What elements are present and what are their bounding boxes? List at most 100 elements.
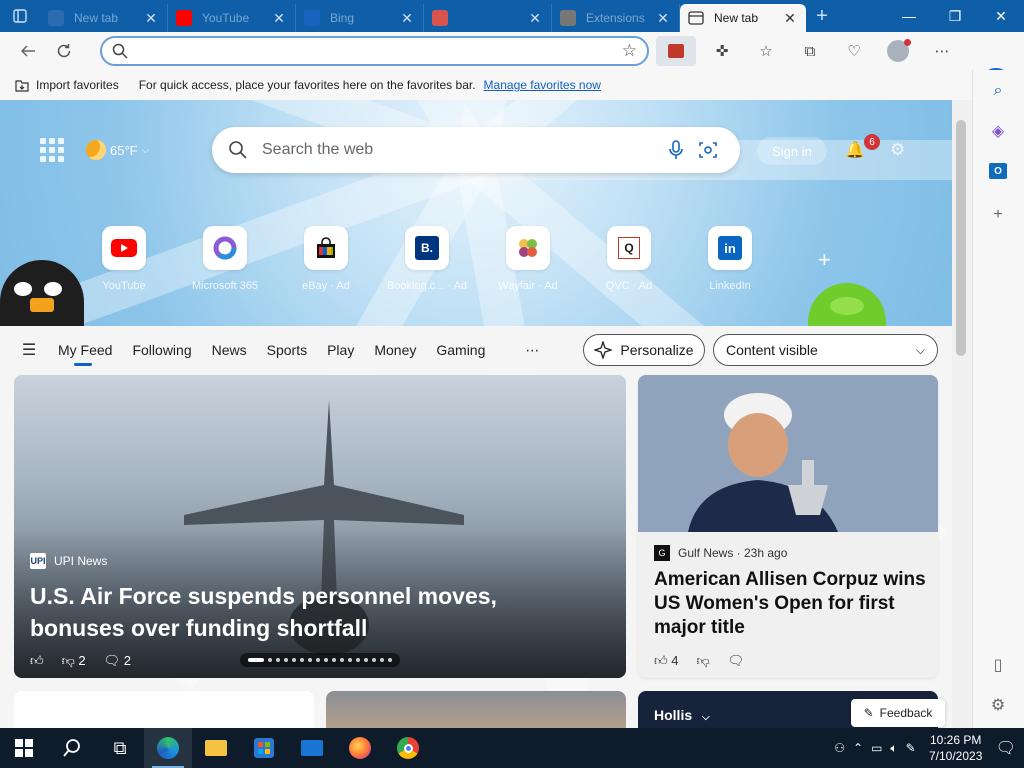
refresh-button[interactable] [46, 35, 82, 67]
hamburger-menu-icon[interactable]: ☰ [0, 340, 58, 360]
like-button[interactable]: 👍︎ 4 [654, 653, 678, 669]
feedback-button[interactable]: ✎ Feedback [851, 699, 945, 727]
pen-icon[interactable]: ✎ [906, 741, 916, 755]
bell-icon[interactable]: 🔔 [845, 140, 865, 160]
content-visibility-dropdown[interactable]: Content visible ⌵ [713, 334, 938, 366]
quick-link-wayfair[interactable]: Wayfair · Ad [498, 226, 558, 292]
tab-new-tab-active[interactable]: New tab ✕ [680, 4, 806, 32]
profile-button[interactable] [876, 36, 920, 66]
dislike-icon[interactable]: 👎︎ [696, 653, 709, 669]
manage-favorites-link[interactable]: Manage favorites now [484, 78, 601, 92]
address-bar[interactable]: ☆ [100, 36, 649, 66]
dislike-button[interactable]: 👎︎ 2 [62, 653, 86, 669]
scrollbar-thumb[interactable] [956, 120, 966, 356]
app-launcher-icon[interactable] [40, 138, 64, 162]
close-tab-icon[interactable]: ✕ [399, 10, 415, 27]
sign-in-button[interactable]: Sign in [757, 137, 827, 165]
quick-link-linkedin[interactable]: in LinkedIn [708, 226, 752, 292]
feed-tab-my-feed[interactable]: My Feed [58, 336, 112, 366]
file-explorer-icon[interactable] [192, 728, 240, 768]
firefox-icon[interactable] [336, 728, 384, 768]
favorites-button[interactable]: ☆ [744, 36, 788, 66]
quick-link-youtube[interactable]: YouTube [102, 226, 146, 292]
web-search-input[interactable] [262, 141, 660, 159]
search-favicon-icon [304, 10, 320, 26]
sidebar-copilot-icon[interactable]: ◈ [987, 120, 1009, 142]
tab-extensions[interactable]: Extensions ✕ [552, 4, 680, 32]
task-view-icon[interactable]: ⧉ [96, 728, 144, 768]
minimize-icon[interactable]: — [886, 0, 932, 32]
sidebar-add-icon[interactable]: + [987, 204, 1009, 226]
close-tab-icon[interactable]: ✕ [782, 10, 798, 27]
like-icon[interactable]: 👍︎ [30, 653, 44, 669]
maximize-icon[interactable]: ❐ [932, 0, 978, 32]
add-quick-link-icon[interactable]: + [818, 247, 831, 273]
web-search-box[interactable] [212, 127, 740, 173]
collections-button[interactable]: ⧉ [788, 36, 832, 66]
tab-actions-button[interactable] [0, 0, 40, 32]
main-article-card[interactable]: UPI UPI News U.S. Air Force suspends per… [14, 375, 626, 678]
mail-icon[interactable] [288, 728, 336, 768]
personalize-button[interactable]: Personalize [583, 334, 705, 366]
feed-tab-play[interactable]: Play [327, 336, 354, 364]
extension-button[interactable] [656, 36, 696, 66]
feed-tab-following[interactable]: Following [132, 336, 191, 364]
store-icon[interactable] [240, 728, 288, 768]
sidebar-panel-icon[interactable]: ▯ [987, 654, 1009, 676]
quick-link-ebay[interactable]: eBay · Ad [302, 226, 350, 292]
side-article-card[interactable]: G Gulf News · 23h ago American Allisen C… [638, 375, 938, 678]
chrome-icon[interactable] [384, 728, 432, 768]
close-tab-icon[interactable]: ✕ [655, 10, 671, 27]
people-icon[interactable]: ⚇ [834, 741, 845, 755]
tab-new-tab-1[interactable]: New tab ✕ [40, 4, 168, 32]
tab-youtube[interactable]: YouTube ✕ [168, 4, 296, 32]
network-icon[interactable]: ▭ [871, 741, 882, 755]
feed-tab-money[interactable]: Money [374, 336, 416, 364]
feed-tab-news[interactable]: News [212, 336, 247, 364]
address-input[interactable] [138, 40, 622, 62]
main-article-title[interactable]: U.S. Air Force suspends personnel moves,… [30, 580, 590, 644]
article-card[interactable] [326, 691, 626, 728]
new-tab-button[interactable]: + [806, 5, 838, 28]
article-card[interactable] [14, 691, 314, 728]
microphone-icon[interactable] [660, 140, 692, 160]
search-taskbar-icon[interactable] [48, 728, 96, 768]
comment-button[interactable]: 🗨︎ 2 [104, 653, 131, 669]
browser-essentials-button[interactable]: ♡ [832, 36, 876, 66]
quick-link-tile: Q [607, 226, 651, 270]
quick-link-microsoft-365[interactable]: Microsoft 365 [192, 226, 258, 292]
angry-bird-black-illustration [0, 260, 84, 326]
close-window-icon[interactable]: ✕ [978, 0, 1024, 32]
carousel-pagination[interactable] [240, 653, 400, 667]
favorite-star-icon[interactable]: ☆ [622, 41, 637, 61]
sidebar-outlook-icon[interactable]: O [987, 160, 1009, 182]
vertical-scrollbar[interactable] [952, 100, 972, 728]
weather-widget[interactable]: 65°F ⌵ [86, 140, 149, 160]
quick-link-booking[interactable]: B. Booking.c... · Ad [387, 226, 467, 292]
chevron-up-icon[interactable]: ⌃ [853, 741, 863, 755]
edge-taskbar-icon[interactable] [144, 728, 192, 768]
start-button[interactable] [0, 728, 48, 768]
feed-tab-sports[interactable]: Sports [267, 336, 307, 364]
extensions-button[interactable]: ✜ [700, 36, 744, 66]
side-article-title[interactable]: American Allisen Corpuz wins US Women's … [654, 568, 929, 640]
feed-tab-gaming[interactable]: Gaming [436, 336, 485, 364]
tab-store[interactable]: ✕ [424, 4, 552, 32]
clock[interactable]: 10:26 PM 7/10/2023 [924, 732, 988, 764]
import-favorites-button[interactable]: Import favorites [14, 77, 119, 93]
back-button[interactable] [10, 35, 46, 67]
settings-menu-button[interactable]: ⋯ [920, 36, 964, 66]
comment-icon[interactable]: 🗨︎ [728, 653, 745, 669]
gear-icon[interactable]: ⚙ [890, 140, 905, 160]
close-tab-icon[interactable]: ✕ [143, 10, 159, 27]
quick-link-qvc[interactable]: Q QVC · Ad [606, 226, 652, 292]
close-tab-icon[interactable]: ✕ [527, 10, 543, 27]
notifications-icon[interactable]: 🗨︎ [996, 738, 1016, 758]
more-tabs-icon[interactable]: ⋯ [525, 342, 539, 359]
volume-muted-icon[interactable]: 🔈︎ [890, 741, 897, 756]
tab-bing[interactable]: Bing ✕ [296, 4, 424, 32]
sidebar-settings-icon[interactable]: ⚙ [987, 694, 1009, 716]
sidebar-search-icon[interactable]: ⌕ [987, 80, 1009, 102]
close-tab-icon[interactable]: ✕ [271, 10, 287, 27]
visual-search-icon[interactable] [692, 140, 724, 160]
